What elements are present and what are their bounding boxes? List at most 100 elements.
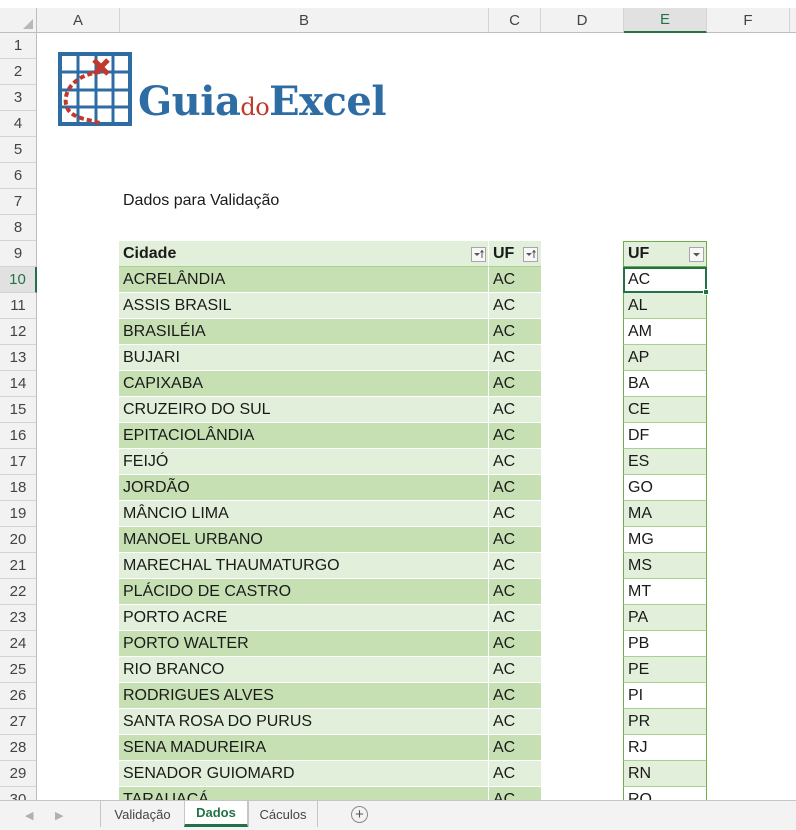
column-header-g[interactable] (790, 8, 796, 33)
uf-list-item[interactable]: MT (623, 579, 707, 605)
uf-list-item[interactable]: ES (623, 449, 707, 475)
row-header-12[interactable]: 12 (0, 319, 37, 345)
row-header-6[interactable]: 6 (0, 163, 37, 189)
uf-list-item[interactable]: RN (623, 761, 707, 787)
row-header-15[interactable]: 15 (0, 397, 37, 423)
row-header-13[interactable]: 13 (0, 345, 37, 371)
tab-dados[interactable]: Dados (184, 801, 248, 827)
row-header-18[interactable]: 18 (0, 475, 37, 501)
table-cell-uf[interactable]: AC (489, 501, 541, 527)
row-header-4[interactable]: 4 (0, 111, 37, 137)
uf-list-item[interactable]: AL (623, 293, 707, 319)
spreadsheet-grid[interactable]: A B C D E F 1 2 3 4 5 6 7 8 9 10 11 12 13 14 15 16 17 18 1… (0, 0, 796, 800)
row-header-9[interactable]: 9 (0, 241, 37, 267)
uf-list-item[interactable]: AM (623, 319, 707, 345)
row-header-27[interactable]: 27 (0, 709, 37, 735)
table-cell-cidade[interactable]: RODRIGUES ALVES (119, 683, 489, 709)
uf-list-item[interactable]: PI (623, 683, 707, 709)
table-cell-cidade[interactable]: RIO BRANCO (119, 657, 489, 683)
column-header-d[interactable]: D (541, 8, 624, 33)
uf-list-item[interactable]: CE (623, 397, 707, 423)
row-header-2[interactable]: 2 (0, 59, 37, 85)
row-header-5[interactable]: 5 (0, 137, 37, 163)
uf-list-item[interactable]: GO (623, 475, 707, 501)
table-cell-cidade[interactable]: CAPIXABA (119, 371, 489, 397)
table-cell-cidade[interactable]: MANOEL URBANO (119, 527, 489, 553)
filter-sort-button-cidade[interactable] (471, 247, 486, 262)
uf-list-item[interactable]: MA (623, 501, 707, 527)
row-header-20[interactable]: 20 (0, 527, 37, 553)
row-header-7[interactable]: 7 (0, 189, 37, 215)
table-cell-uf[interactable]: AC (489, 293, 541, 319)
row-header-26[interactable]: 26 (0, 683, 37, 709)
filter-sort-button-uf[interactable] (523, 247, 538, 262)
table-cell-uf[interactable]: AC (489, 683, 541, 709)
table-header-cidade[interactable]: Cidade (119, 241, 489, 267)
row-header-28[interactable]: 28 (0, 735, 37, 761)
scroll-tabs-right-icon[interactable]: ▶ (55, 809, 63, 822)
table-cell-uf[interactable]: AC (489, 761, 541, 787)
select-all-corner[interactable] (0, 8, 37, 33)
fill-handle[interactable] (703, 289, 709, 295)
table-cell-uf[interactable]: AC (489, 527, 541, 553)
filter-dropdown-button-uf-list[interactable] (689, 247, 704, 262)
table-cell-cidade[interactable]: FEIJÓ (119, 449, 489, 475)
row-header-11[interactable]: 11 (0, 293, 37, 319)
table-cell-uf[interactable]: AC (489, 475, 541, 501)
tab-caculos[interactable]: Cáculos (248, 801, 318, 827)
table-cell-cidade[interactable]: TARAUACÁ (119, 787, 489, 800)
uf-list-item[interactable]: AP (623, 345, 707, 371)
uf-list-item[interactable]: PE (623, 657, 707, 683)
table-cell-cidade[interactable]: MÂNCIO LIMA (119, 501, 489, 527)
active-cell-uf[interactable]: AC (623, 267, 707, 293)
column-header-c[interactable]: C (489, 8, 541, 33)
table-cell-cidade[interactable]: SENADOR GUIOMARD (119, 761, 489, 787)
table-cell-uf[interactable]: AC (489, 267, 541, 293)
table-cell-cidade[interactable]: JORDÃO (119, 475, 489, 501)
row-header-3[interactable]: 3 (0, 85, 37, 111)
column-header-a[interactable]: A (37, 8, 120, 33)
uf-list-item[interactable]: BA (623, 371, 707, 397)
row-header-14[interactable]: 14 (0, 371, 37, 397)
uf-list-item[interactable]: DF (623, 423, 707, 449)
row-header-17[interactable]: 17 (0, 449, 37, 475)
uf-list-item[interactable]: MS (623, 553, 707, 579)
uf-list-item[interactable]: RJ (623, 735, 707, 761)
column-header-b[interactable]: B (120, 8, 489, 33)
table-cell-uf[interactable]: AC (489, 605, 541, 631)
row-header-30[interactable]: 30 (0, 787, 37, 800)
row-header-23[interactable]: 23 (0, 605, 37, 631)
row-header-29[interactable]: 29 (0, 761, 37, 787)
table-cell-cidade[interactable]: CRUZEIRO DO SUL (119, 397, 489, 423)
table-cell-uf[interactable]: AC (489, 449, 541, 475)
table-cell-uf[interactable]: AC (489, 787, 541, 800)
row-header-1[interactable]: 1 (0, 33, 37, 59)
table-cell-uf[interactable]: AC (489, 709, 541, 735)
uf-list-item[interactable]: PR (623, 709, 707, 735)
row-header-19[interactable]: 19 (0, 501, 37, 527)
tab-validacao[interactable]: Validação (100, 801, 184, 827)
table-cell-uf[interactable]: AC (489, 397, 541, 423)
row-header-21[interactable]: 21 (0, 553, 37, 579)
table-cell-uf[interactable]: AC (489, 657, 541, 683)
table-cell-cidade[interactable]: ACRELÂNDIA (119, 267, 489, 293)
table-cell-uf[interactable]: AC (489, 553, 541, 579)
row-header-8[interactable]: 8 (0, 215, 37, 241)
table-cell-cidade[interactable]: SENA MADUREIRA (119, 735, 489, 761)
table-cell-uf[interactable]: AC (489, 319, 541, 345)
uf-list-item[interactable]: PA (623, 605, 707, 631)
table-cell-cidade[interactable]: PLÁCIDO DE CASTRO (119, 579, 489, 605)
table-cell-cidade[interactable]: BRASILÉIA (119, 319, 489, 345)
scroll-tabs-left-icon[interactable]: ◀ (25, 809, 33, 822)
add-sheet-button[interactable]: + (351, 806, 368, 823)
table-cell-uf[interactable]: AC (489, 579, 541, 605)
table-cell-uf[interactable]: AC (489, 345, 541, 371)
table-cell-cidade[interactable]: MARECHAL THAUMATURGO (119, 553, 489, 579)
row-header-10[interactable]: 10 (0, 267, 37, 293)
table-cell-cidade[interactable]: ASSIS BRASIL (119, 293, 489, 319)
column-header-e[interactable]: E (624, 8, 707, 33)
table-cell-cidade[interactable]: SANTA ROSA DO PURUS (119, 709, 489, 735)
row-header-24[interactable]: 24 (0, 631, 37, 657)
table-cell-uf[interactable]: AC (489, 631, 541, 657)
row-header-22[interactable]: 22 (0, 579, 37, 605)
